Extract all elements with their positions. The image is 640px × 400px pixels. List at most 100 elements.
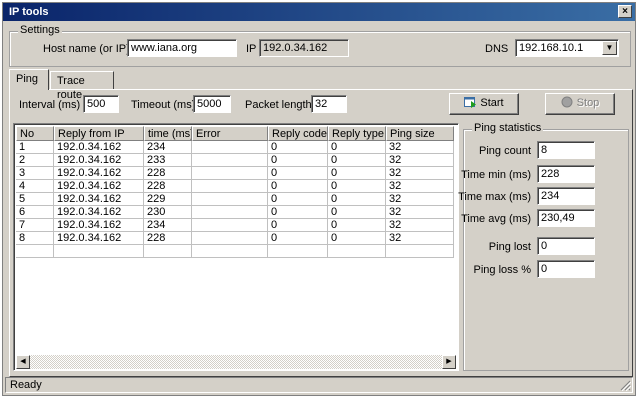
table-cell: 234 bbox=[144, 219, 192, 232]
table-cell: 0 bbox=[328, 180, 386, 193]
table-row-empty bbox=[16, 245, 454, 258]
table-cell bbox=[192, 245, 268, 258]
table-cell: 0 bbox=[328, 193, 386, 206]
table-row[interactable]: 2 192.0.34.162 233 0 0 32 bbox=[16, 154, 454, 167]
table-cell: 0 bbox=[328, 219, 386, 232]
packet-length-label: Packet length bbox=[245, 99, 312, 111]
table-cell: 0 bbox=[328, 141, 386, 154]
ping-lost-label: Ping lost bbox=[488, 241, 531, 253]
ip-label: IP bbox=[246, 43, 257, 55]
tab-trace-route[interactable]: Trace route bbox=[50, 71, 114, 101]
tab-ping-label: Ping bbox=[16, 73, 39, 85]
table-cell bbox=[328, 245, 386, 258]
table-cell: 0 bbox=[268, 232, 328, 245]
table-cell bbox=[192, 232, 268, 245]
table-row[interactable]: 1 192.0.34.162 234 0 0 32 bbox=[16, 141, 454, 154]
close-icon[interactable]: × bbox=[618, 5, 632, 18]
table-cell: 0 bbox=[268, 141, 328, 154]
stop-button[interactable]: Stop bbox=[545, 93, 615, 115]
tab-ping[interactable]: Ping bbox=[9, 69, 49, 90]
column-header[interactable]: Reply from IP bbox=[54, 126, 144, 141]
status-bar: Ready bbox=[5, 377, 633, 393]
timeout-input[interactable]: 5000 bbox=[193, 95, 231, 113]
table-cell: 32 bbox=[386, 219, 454, 232]
interval-label: Interval (ms) bbox=[19, 99, 81, 111]
table-cell: 192.0.34.162 bbox=[54, 193, 144, 206]
time-avg-field: 230,49 bbox=[537, 209, 595, 227]
table-cell: 233 bbox=[144, 154, 192, 167]
table-cell bbox=[386, 245, 454, 258]
dns-select[interactable]: 192.168.10.1 ▼ bbox=[515, 39, 619, 57]
table-cell: 32 bbox=[386, 206, 454, 219]
ping-lost-field: 0 bbox=[537, 237, 595, 255]
start-button-label: Start bbox=[480, 97, 504, 109]
time-min-label: Time min (ms) bbox=[461, 169, 531, 181]
packet-length-input[interactable]: 32 bbox=[311, 95, 347, 113]
table-row[interactable]: 7 192.0.34.162 234 0 0 32 bbox=[16, 219, 454, 232]
table-cell: 228 bbox=[144, 180, 192, 193]
start-button[interactable]: Start bbox=[449, 93, 519, 115]
table-cell: 0 bbox=[268, 206, 328, 219]
table-body: 1 192.0.34.162 234 0 0 32 2 192.0.34.162 233 0 0 32… bbox=[16, 141, 454, 258]
column-header[interactable]: Error bbox=[192, 126, 268, 141]
table-cell: 0 bbox=[328, 154, 386, 167]
table-cell: 32 bbox=[386, 232, 454, 245]
table-cell: 0 bbox=[268, 193, 328, 206]
table-row[interactable]: 8 192.0.34.162 228 0 0 32 bbox=[16, 232, 454, 245]
time-max-label: Time max (ms) bbox=[458, 191, 531, 203]
table-row[interactable]: 3 192.0.34.162 228 0 0 32 bbox=[16, 167, 454, 180]
ping-count-label: Ping count bbox=[479, 145, 531, 157]
table-cell: 0 bbox=[328, 232, 386, 245]
scroll-left-icon[interactable]: ◀ bbox=[16, 355, 30, 369]
column-header[interactable]: Reply type bbox=[328, 126, 386, 141]
table-cell: 192.0.34.162 bbox=[54, 180, 144, 193]
table-cell bbox=[192, 180, 268, 193]
table-header: No Reply from IP time (ms) Error Reply c… bbox=[16, 126, 454, 141]
table-cell: 192.0.34.162 bbox=[54, 219, 144, 232]
table-cell: 228 bbox=[144, 232, 192, 245]
table-cell bbox=[268, 245, 328, 258]
ping-statistics-title: Ping statistics bbox=[472, 122, 544, 134]
table-row[interactable]: 4 192.0.34.162 228 0 0 32 bbox=[16, 180, 454, 193]
start-icon bbox=[464, 97, 477, 108]
horizontal-scrollbar[interactable]: ◀ ▶ bbox=[16, 355, 456, 369]
dns-label: DNS bbox=[485, 43, 509, 55]
ping-loss-label: Ping loss % bbox=[473, 264, 531, 276]
stop-button-label: Stop bbox=[576, 97, 600, 109]
table-cell: 192.0.34.162 bbox=[54, 206, 144, 219]
table-cell: 192.0.34.162 bbox=[54, 232, 144, 245]
column-header[interactable]: Reply code bbox=[268, 126, 328, 141]
table-cell: 0 bbox=[268, 180, 328, 193]
table-cell bbox=[192, 167, 268, 180]
table-cell: 32 bbox=[386, 193, 454, 206]
resize-grip-icon[interactable] bbox=[619, 379, 631, 391]
table-cell: 229 bbox=[144, 193, 192, 206]
chevron-down-icon[interactable]: ▼ bbox=[602, 41, 617, 55]
table-cell: 7 bbox=[16, 219, 54, 232]
ping-results-table[interactable]: No Reply from IP time (ms) Error Reply c… bbox=[13, 123, 459, 371]
table-cell bbox=[192, 154, 268, 167]
table-cell: 0 bbox=[268, 167, 328, 180]
table-row[interactable]: 6 192.0.34.162 230 0 0 32 bbox=[16, 206, 454, 219]
ping-count-field: 8 bbox=[537, 141, 595, 159]
settings-group-title: Settings bbox=[18, 24, 62, 36]
table-row[interactable]: 5 192.0.34.162 229 0 0 32 bbox=[16, 193, 454, 206]
host-input[interactable]: www.iana.org bbox=[127, 39, 237, 57]
title-bar[interactable]: IP tools × bbox=[3, 3, 635, 21]
dns-select-value: 192.168.10.1 bbox=[519, 42, 584, 54]
column-header[interactable]: time (ms) bbox=[144, 126, 192, 141]
column-header[interactable]: No bbox=[16, 126, 54, 141]
time-max-field: 234 bbox=[537, 187, 595, 205]
table-cell: 6 bbox=[16, 206, 54, 219]
stop-icon bbox=[561, 96, 573, 108]
interval-input[interactable]: 500 bbox=[83, 95, 119, 113]
table-cell: 0 bbox=[268, 154, 328, 167]
window-title: IP tools bbox=[9, 6, 49, 18]
column-header[interactable]: Ping size bbox=[386, 126, 454, 141]
table-cell: 32 bbox=[386, 180, 454, 193]
table-cell: 0 bbox=[268, 219, 328, 232]
table-cell bbox=[192, 219, 268, 232]
table-cell: 8 bbox=[16, 232, 54, 245]
ip-tools-window: IP tools × Settings Host name (or IP) ww… bbox=[2, 2, 636, 396]
scroll-right-icon[interactable]: ▶ bbox=[442, 355, 456, 369]
